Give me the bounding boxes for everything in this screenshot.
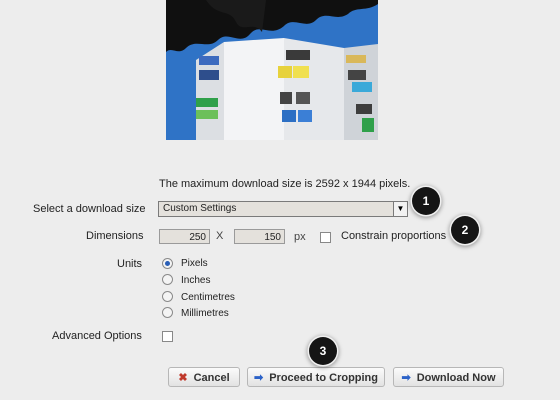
constrain-proportions-label: Constrain proportions <box>341 230 447 242</box>
units-option-millimetres: Millimetres <box>181 308 229 319</box>
download-button-label: Download Now <box>416 372 496 384</box>
chevron-down-icon[interactable]: ▼ <box>393 202 407 216</box>
dimensions-label: Dimensions <box>86 230 144 242</box>
proceed-button-label: Proceed to Cropping <box>269 372 378 384</box>
width-input[interactable]: 250 <box>159 229 210 244</box>
image-preview <box>166 0 378 140</box>
units-radio-pixels[interactable] <box>162 258 173 269</box>
close-icon: ✖ <box>178 372 188 384</box>
units-option-centimetres: Centimetres <box>181 292 235 303</box>
advanced-options-label: Advanced Options <box>52 330 142 342</box>
advanced-options-checkbox[interactable] <box>162 331 173 342</box>
arrow-right-icon: ➡ <box>401 372 411 384</box>
download-size-select[interactable]: Custom Settings ▼ <box>158 201 408 217</box>
units-radio-millimetres[interactable] <box>162 307 173 318</box>
units-label: Units <box>117 258 143 270</box>
cancel-button-label: Cancel <box>193 372 230 384</box>
dimension-separator: X <box>216 230 224 242</box>
callout-badge-3: 3 <box>309 337 337 365</box>
proceed-to-cropping-button[interactable]: ➡ Proceed to Cropping <box>247 367 385 387</box>
download-size-label: Select a download size <box>33 203 146 215</box>
unit-label: px <box>294 231 306 243</box>
callout-badge-2: 2 <box>451 216 479 244</box>
height-input[interactable]: 150 <box>234 229 285 244</box>
max-size-info: The maximum download size is 2592 x 1944… <box>159 178 411 190</box>
units-radio-inches[interactable] <box>162 274 173 285</box>
arrow-right-icon: ➡ <box>254 372 264 384</box>
constrain-proportions-checkbox[interactable] <box>320 232 331 243</box>
callout-badge-1: 1 <box>412 187 440 215</box>
units-radio-centimetres[interactable] <box>162 291 173 302</box>
units-option-inches: Inches <box>181 275 211 286</box>
download-size-selected: Custom Settings <box>163 203 237 214</box>
cancel-button[interactable]: ✖ Cancel <box>168 367 240 387</box>
download-now-button[interactable]: ➡ Download Now <box>393 367 504 387</box>
units-option-pixels: Pixels <box>181 258 208 269</box>
